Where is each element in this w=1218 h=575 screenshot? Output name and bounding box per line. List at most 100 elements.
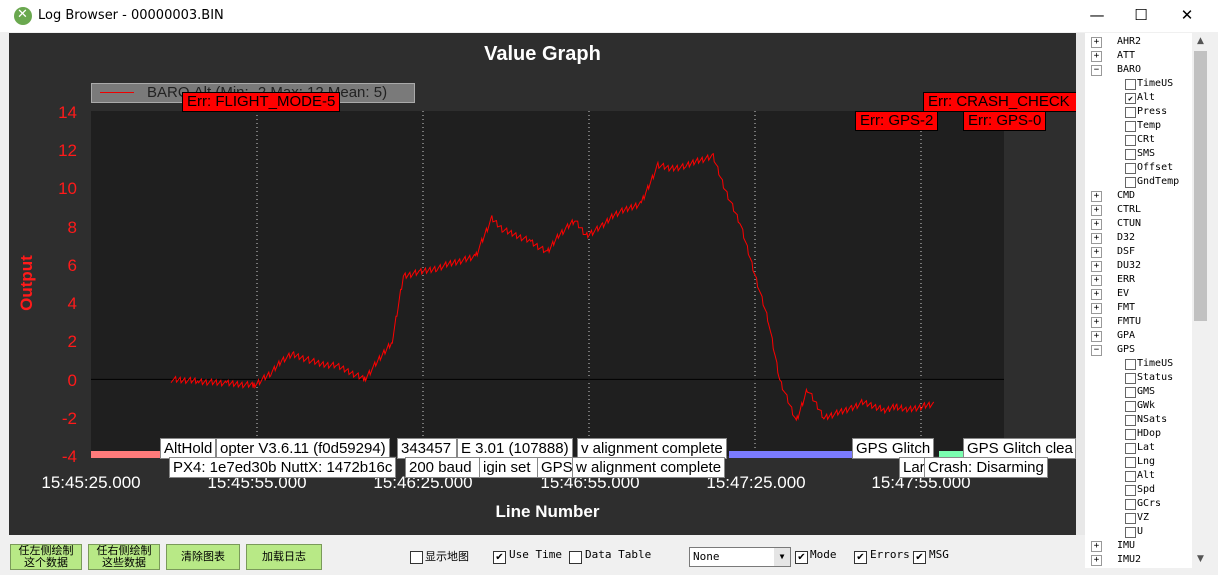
expand-icon[interactable]: +	[1091, 331, 1102, 342]
field-checkbox[interactable]	[1125, 443, 1136, 454]
expand-icon[interactable]: +	[1091, 247, 1102, 258]
tree-field-item[interactable]: Alt	[1085, 469, 1192, 483]
expand-icon[interactable]: +	[1091, 275, 1102, 286]
field-checkbox[interactable]	[1125, 373, 1136, 384]
field-checkbox[interactable]	[1125, 387, 1136, 398]
field-checkbox[interactable]: ✔	[1125, 93, 1136, 104]
tree-field-item[interactable]: NSats	[1085, 413, 1192, 427]
field-tree[interactable]: + AHR2 + ATT − BARO TimeUS ✔ Alt Press Temp CRt SMS O…	[1085, 33, 1192, 568]
tree-field-item[interactable]: Lng	[1085, 455, 1192, 469]
expand-icon[interactable]: +	[1091, 219, 1102, 230]
graph-panel[interactable]: Value Graph BARO.Alt (Min: -2 Max: 12 Me…	[9, 33, 1085, 535]
chart-splitter[interactable]	[1076, 33, 1085, 535]
tree-field-item[interactable]: Spd	[1085, 483, 1192, 497]
field-checkbox[interactable]	[1125, 499, 1136, 510]
tree-field-item[interactable]: HDop	[1085, 427, 1192, 441]
field-checkbox[interactable]	[1125, 177, 1136, 188]
field-checkbox[interactable]	[1125, 527, 1136, 538]
expand-icon[interactable]: +	[1091, 541, 1102, 552]
tree-field-item[interactable]: Offset	[1085, 161, 1192, 175]
expand-icon[interactable]: +	[1091, 289, 1102, 300]
expand-icon[interactable]: +	[1091, 317, 1102, 328]
tree-field-item[interactable]: TimeUS	[1085, 77, 1192, 91]
field-checkbox[interactable]	[1125, 135, 1136, 146]
tree-field-item[interactable]: VZ	[1085, 511, 1192, 525]
msg-checkbox[interactable]: ✔	[913, 551, 926, 564]
tree-field-item[interactable]: Press	[1085, 105, 1192, 119]
field-checkbox[interactable]	[1125, 121, 1136, 132]
tree-group-item[interactable]: + DU32	[1085, 259, 1192, 273]
minimize-button[interactable]: —	[1077, 4, 1117, 28]
chevron-down-icon[interactable]: ▼	[774, 548, 790, 566]
tree-field-item[interactable]: CRt	[1085, 133, 1192, 147]
tree-field-item[interactable]: Temp	[1085, 119, 1192, 133]
use-time-checkbox[interactable]: ✔	[493, 551, 506, 564]
mode-select[interactable]: None ▼	[689, 547, 791, 567]
field-checkbox[interactable]	[1125, 513, 1136, 524]
tree-field-item[interactable]: Status	[1085, 371, 1192, 385]
tree-group-item[interactable]: + CTRL	[1085, 203, 1192, 217]
expand-icon[interactable]: +	[1091, 191, 1102, 202]
tree-group-item[interactable]: + CMD	[1085, 189, 1192, 203]
tree-group-item[interactable]: + FMTU	[1085, 315, 1192, 329]
collapse-icon[interactable]: −	[1091, 345, 1102, 356]
field-checkbox[interactable]	[1125, 359, 1136, 370]
data-table-checkbox[interactable]	[569, 551, 582, 564]
expand-icon[interactable]: +	[1091, 261, 1102, 272]
expand-icon[interactable]: +	[1091, 37, 1102, 48]
tree-field-item[interactable]: GCrs	[1085, 497, 1192, 511]
tree-field-item[interactable]: GWk	[1085, 399, 1192, 413]
tree-group-item[interactable]: + DSF	[1085, 245, 1192, 259]
close-button[interactable]: ✕	[1167, 4, 1207, 28]
tree-group-item[interactable]: + CTUN	[1085, 217, 1192, 231]
tree-group-item[interactable]: − GPS	[1085, 343, 1192, 357]
draw-left-button[interactable]: 任左侧绘制 这个数据	[10, 544, 82, 570]
field-checkbox[interactable]	[1125, 485, 1136, 496]
tree-field-item[interactable]: GndTemp	[1085, 175, 1192, 189]
mode-checkbox[interactable]: ✔	[795, 551, 808, 564]
tree-group-item[interactable]: + IMU2	[1085, 553, 1192, 567]
draw-right-button[interactable]: 任右侧绘制 这些数据	[88, 544, 160, 570]
load-log-button[interactable]: 加载日志	[246, 544, 322, 570]
tree-scrollbar[interactable]: ▲ ▼	[1192, 33, 1209, 568]
expand-icon[interactable]: +	[1091, 555, 1102, 566]
tree-group-item[interactable]: + D32	[1085, 231, 1192, 245]
clear-graph-button[interactable]: 清除图表	[166, 544, 240, 570]
scroll-up-icon[interactable]: ▲	[1192, 33, 1209, 50]
tree-group-item[interactable]: + AHR2	[1085, 35, 1192, 49]
tree-field-item[interactable]: SMS	[1085, 147, 1192, 161]
field-checkbox[interactable]	[1125, 471, 1136, 482]
collapse-icon[interactable]: −	[1091, 65, 1102, 76]
tree-group-item[interactable]: + FMT	[1085, 301, 1192, 315]
tree-field-item[interactable]: Lat	[1085, 441, 1192, 455]
field-checkbox[interactable]	[1125, 107, 1136, 118]
show-map-checkbox[interactable]	[410, 551, 423, 564]
field-checkbox[interactable]	[1125, 457, 1136, 468]
field-checkbox[interactable]	[1125, 401, 1136, 412]
field-checkbox[interactable]	[1125, 79, 1136, 90]
scroll-down-icon[interactable]: ▼	[1192, 551, 1209, 568]
scroll-thumb[interactable]	[1194, 51, 1207, 321]
maximize-button[interactable]: ☐	[1121, 4, 1161, 28]
tree-group-item[interactable]: + ATT	[1085, 49, 1192, 63]
field-checkbox[interactable]	[1125, 415, 1136, 426]
tree-field-item[interactable]: U	[1085, 525, 1192, 539]
tree-group-item[interactable]: + ERR	[1085, 273, 1192, 287]
tree-field-item[interactable]: ✔ Alt	[1085, 91, 1192, 105]
tree-group-item[interactable]: − BARO	[1085, 63, 1192, 77]
field-label: SMS	[1137, 148, 1156, 159]
tree-group-item[interactable]: + EV	[1085, 287, 1192, 301]
expand-icon[interactable]: +	[1091, 205, 1102, 216]
errors-checkbox[interactable]: ✔	[854, 551, 867, 564]
tree-group-item[interactable]: + IMU	[1085, 539, 1192, 553]
plot-area[interactable]	[91, 111, 1004, 456]
field-checkbox[interactable]	[1125, 163, 1136, 174]
tree-group-item[interactable]: + GPA	[1085, 329, 1192, 343]
tree-field-item[interactable]: TimeUS	[1085, 357, 1192, 371]
expand-icon[interactable]: +	[1091, 233, 1102, 244]
field-checkbox[interactable]	[1125, 429, 1136, 440]
expand-icon[interactable]: +	[1091, 303, 1102, 314]
field-checkbox[interactable]	[1125, 149, 1136, 160]
tree-field-item[interactable]: GMS	[1085, 385, 1192, 399]
expand-icon[interactable]: +	[1091, 51, 1102, 62]
